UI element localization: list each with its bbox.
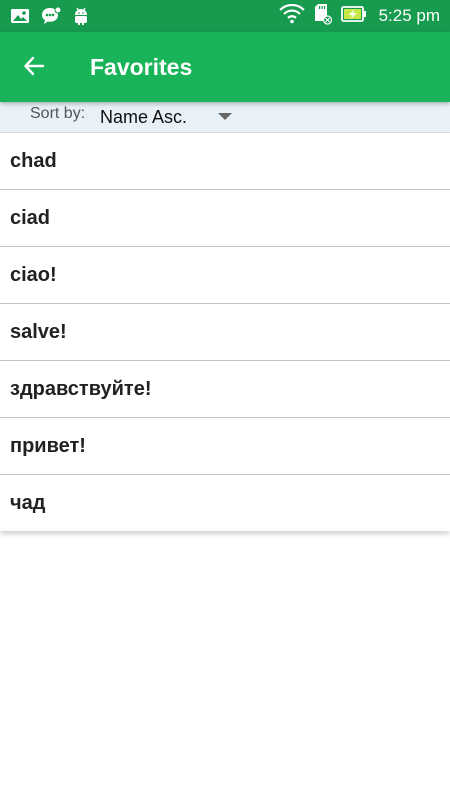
status-time: 5:25 pm	[378, 6, 440, 25]
gallery-icon	[10, 7, 30, 30]
list-item[interactable]: salve!	[0, 304, 450, 361]
sort-label: Sort by:	[30, 105, 86, 122]
list-item-text: ciad	[10, 206, 51, 229]
list-item[interactable]: chad	[0, 133, 450, 190]
sort-selected-value: Name Asc.	[100, 107, 188, 127]
sd-card-icon	[313, 3, 333, 30]
sort-bar: Sort by: Name Asc.	[0, 102, 450, 133]
list-item-text: salve!	[10, 320, 67, 343]
notification-icons	[10, 6, 90, 31]
wifi-icon	[278, 3, 305, 29]
list-item[interactable]: ciad	[0, 190, 450, 247]
sort-dropdown[interactable]: Name Asc.	[98, 103, 238, 131]
list-item[interactable]: здравствуйте!	[0, 361, 450, 418]
list-item-text: chad	[10, 149, 57, 172]
status-bar: 5:25 pm	[0, 0, 450, 32]
arrow-back-icon	[22, 54, 46, 83]
list-item[interactable]: ciao!	[0, 247, 450, 304]
system-status-icons: 5:25 pm	[278, 3, 440, 30]
list-item-text: ciao!	[10, 263, 57, 286]
screen: 5:25 pm Favorites Sort by: Name Asc. cha…	[0, 0, 450, 800]
back-button[interactable]	[14, 48, 54, 88]
battery-charging-icon	[340, 5, 367, 28]
chat-notification-icon	[40, 6, 62, 31]
list-item[interactable]: привет!	[0, 418, 450, 475]
dropdown-caret-icon	[218, 113, 232, 120]
app-bar: Favorites	[0, 32, 450, 102]
list-item-text: привет!	[10, 434, 86, 457]
list-item[interactable]: чад	[0, 475, 450, 531]
page-title: Favorites	[90, 54, 193, 80]
favorites-list: chad ciad ciao! salve! здравствуйте! при…	[0, 133, 450, 531]
android-icon	[72, 6, 90, 31]
list-item-text: здравствуйте!	[10, 377, 152, 400]
list-item-text: чад	[10, 491, 46, 514]
